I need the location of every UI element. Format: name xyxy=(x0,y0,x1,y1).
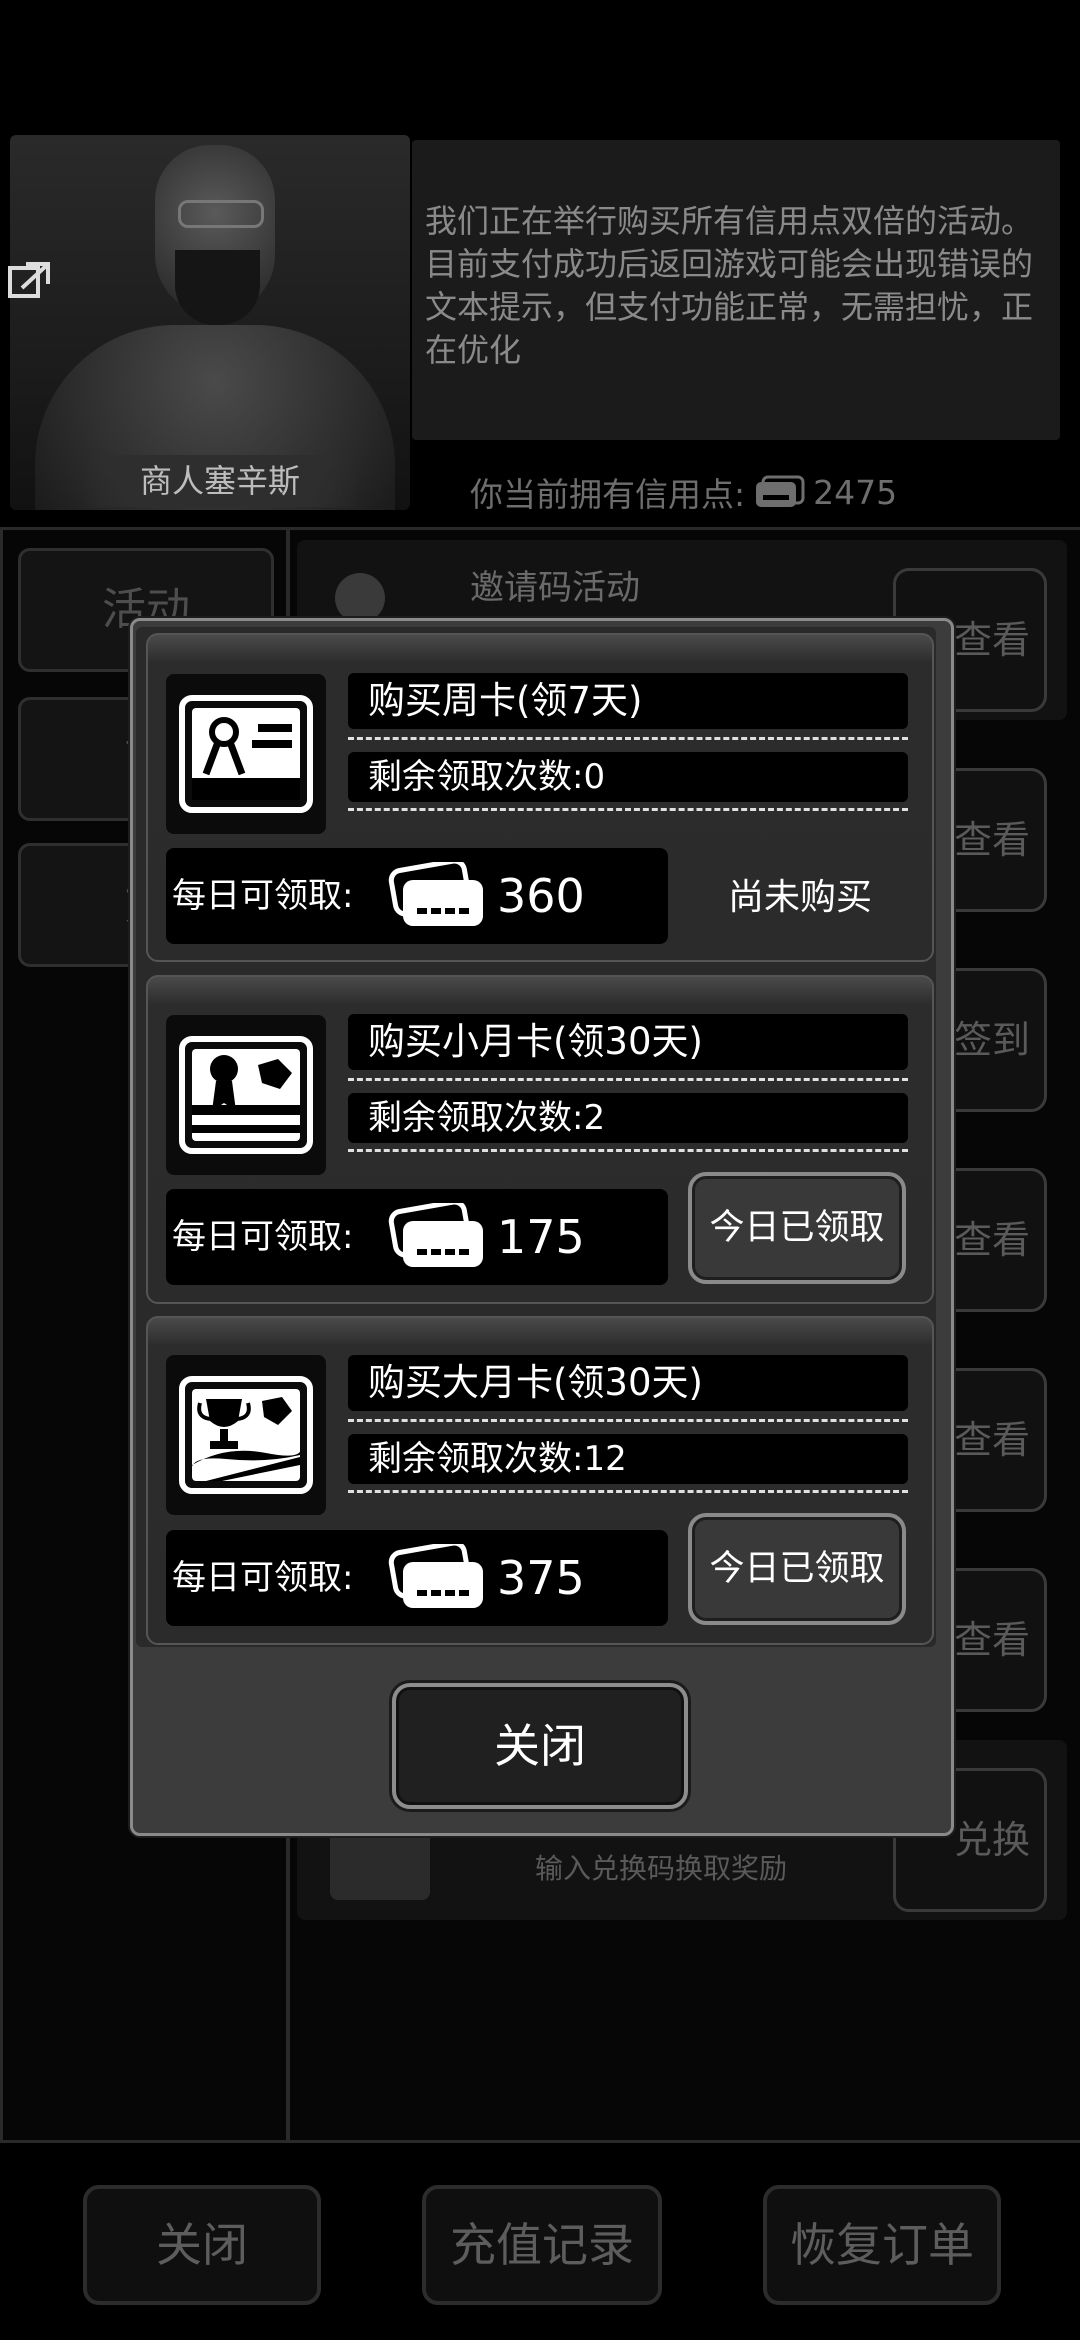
daily-label: 每日可领取: xyxy=(172,1558,354,1598)
scroll-icon xyxy=(330,1830,430,1900)
card-title: 购买周卡(领7天) xyxy=(348,673,908,729)
credits-display: 你当前拥有信用点: 2475 xyxy=(470,468,897,516)
credit-card-icon xyxy=(388,1544,483,1608)
card-icon-frame xyxy=(166,674,326,834)
close-dialog-button[interactable]: 关闭 xyxy=(392,1683,688,1809)
daily-value: 375 xyxy=(497,1551,585,1605)
claimed-today-button[interactable]: 今日已领取 xyxy=(688,1172,906,1284)
credit-card-icon xyxy=(388,862,483,926)
daily-label: 每日可领取: xyxy=(172,1217,354,1257)
close-button[interactable]: 关闭 xyxy=(83,2185,321,2305)
medal-card-icon xyxy=(179,1036,313,1154)
invite-activity-title: 邀请码活动 xyxy=(470,568,640,608)
ribbon-card-icon xyxy=(179,695,313,813)
merchant-speech: 我们正在举行购买所有信用点双倍的活动。目前支付成功后返回游戏可能会出现错误的文本… xyxy=(425,202,1034,369)
credits-label: 你当前拥有信用点: xyxy=(470,475,746,514)
credit-card-icon xyxy=(388,1203,483,1267)
merchant-name: 商人塞辛斯 xyxy=(80,455,360,507)
remaining-claims: 剩余领取次数:2 xyxy=(348,1093,908,1143)
restore-order-button[interactable]: 恢复订单 xyxy=(763,2185,1001,2305)
remaining-claims: 剩余领取次数:12 xyxy=(348,1434,908,1484)
daily-label: 每日可领取: xyxy=(172,876,354,916)
purchase-status: 尚未购买 xyxy=(727,877,872,918)
merchant-portrait xyxy=(10,135,410,510)
daily-value: 175 xyxy=(497,1210,585,1264)
credits-value: 2475 xyxy=(813,472,898,512)
trophy-card-icon xyxy=(179,1376,313,1494)
share-icon[interactable] xyxy=(8,258,52,302)
remaining-claims: 剩余领取次数:0 xyxy=(348,752,908,802)
redeem-hint: 输入兑换码换取奖励 xyxy=(535,1852,788,1885)
credit-card-icon xyxy=(756,475,805,507)
card-icon-frame xyxy=(166,1015,326,1175)
card-title: 购买小月卡(领30天) xyxy=(348,1014,908,1070)
daily-value: 360 xyxy=(497,869,585,923)
invite-icon xyxy=(335,573,385,623)
recharge-history-button[interactable]: 充值记录 xyxy=(422,2185,662,2305)
card-icon-frame xyxy=(166,1355,326,1515)
card-title: 购买大月卡(领30天) xyxy=(348,1355,908,1411)
claimed-today-button[interactable]: 今日已领取 xyxy=(688,1513,906,1625)
